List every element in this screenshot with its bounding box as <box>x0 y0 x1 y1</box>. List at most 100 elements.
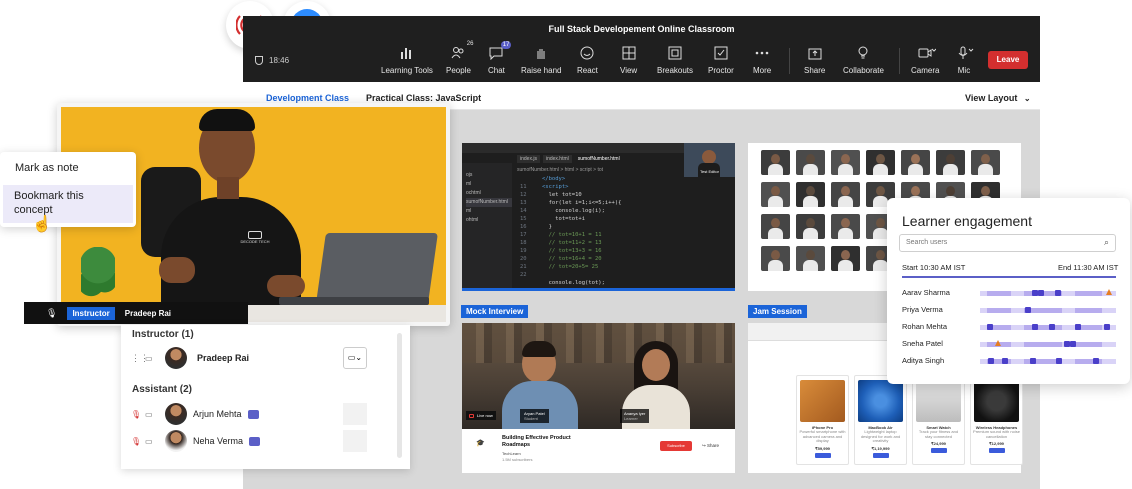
participant-thumbnail[interactable] <box>761 182 790 207</box>
engagement-message-marker[interactable] <box>1031 324 1038 330</box>
file-item[interactable]: ochtml <box>466 189 512 198</box>
participant-row[interactable]: ⋮⋮ ▭ Pradeep Rai <box>131 347 371 369</box>
engagement-message-marker[interactable] <box>1103 324 1110 330</box>
row-action[interactable] <box>343 403 367 425</box>
collaborate-button[interactable]: Collaborate <box>843 46 884 75</box>
engagement-message-marker[interactable] <box>1031 290 1038 296</box>
subscribe-button[interactable]: Subscribe <box>660 441 692 451</box>
participant-thumbnail[interactable] <box>936 150 965 175</box>
engagement-message-marker[interactable] <box>1092 358 1099 364</box>
mock-interview-video[interactable]: Live now Aryan Patel Student Ananya Iyer… <box>462 323 735 429</box>
engagement-message-marker[interactable] <box>1038 290 1045 296</box>
tab-development-class[interactable]: Development Class <box>266 93 349 103</box>
buy-button[interactable] <box>930 448 947 453</box>
participant-thumbnail[interactable] <box>796 150 825 175</box>
tab-practical-class[interactable]: Practical Class: JavaScript <box>366 93 481 103</box>
learner-row[interactable]: Rohan Mehta <box>902 322 1116 332</box>
share-link[interactable]: ↪ Share <box>702 443 719 449</box>
leave-button[interactable]: Leave <box>988 51 1028 69</box>
react-button[interactable]: React <box>577 46 598 75</box>
participant-thumbnail[interactable] <box>901 150 930 175</box>
mic-muted-icon[interactable]: 🎙 <box>131 437 145 446</box>
camera-button[interactable]: Camera <box>911 46 939 75</box>
engagement-message-marker[interactable] <box>1054 290 1061 296</box>
camera-options-button[interactable]: ▭⌄ <box>343 347 367 369</box>
bar-chart-icon <box>400 46 414 60</box>
product-card[interactable]: Wireless Headphones Premium sound with n… <box>970 375 1023 465</box>
camera-icon[interactable]: ▭ <box>145 410 165 419</box>
participant-row[interactable]: 🎙 ▭ Arjun Mehta <box>131 403 371 425</box>
camera-icon[interactable]: ▭ <box>145 437 165 446</box>
participant-thumbnail[interactable] <box>831 246 860 271</box>
participant-row[interactable]: 🎙 ▭ Neha Verma <box>131 430 371 452</box>
search-users-input[interactable]: Search users ⌕ <box>899 234 1116 252</box>
engagement-message-marker[interactable] <box>988 358 995 364</box>
camera-icon[interactable]: ▭ <box>145 354 165 363</box>
engagement-segment <box>1075 308 1103 313</box>
engagement-alert-marker[interactable] <box>1106 289 1113 295</box>
buy-button[interactable] <box>872 452 889 458</box>
participant-thumbnail[interactable] <box>831 214 860 239</box>
engagement-message-marker[interactable] <box>1024 307 1031 313</box>
people-button[interactable]: 26 People <box>446 41 473 75</box>
file-item[interactable]: ml <box>466 180 512 189</box>
code-line: // tot=20+5= 25 <box>542 264 599 270</box>
product-card[interactable]: iPhone Pro Powerful smartphone with adva… <box>796 375 849 465</box>
learning-tools-button[interactable]: Learning Tools <box>381 46 433 75</box>
participant-thumbnail[interactable] <box>831 150 860 175</box>
view-button[interactable]: View <box>620 46 637 75</box>
chat-badge-icon[interactable] <box>249 436 261 446</box>
buy-button[interactable] <box>814 452 831 458</box>
raise-hand-button[interactable]: Raise hand <box>521 46 561 75</box>
engagement-message-marker[interactable] <box>1001 358 1008 364</box>
participant-thumbnail[interactable] <box>796 246 825 271</box>
learner-row[interactable]: Priya Verma <box>902 305 1116 315</box>
mic-muted-icon[interactable]: 🎙 <box>131 410 145 419</box>
product-card[interactable]: Smart Watch Track your fitness and stay … <box>912 375 965 465</box>
breakouts-button[interactable]: Breakouts <box>657 46 693 75</box>
product-card[interactable]: MacBook Air Lightweight laptop designed … <box>854 375 907 465</box>
mic-button[interactable]: Mic <box>957 46 974 75</box>
engagement-message-marker[interactable] <box>1075 324 1082 330</box>
engagement-message-marker[interactable] <box>1069 341 1076 347</box>
editor-tab[interactable]: sumofNumber.html <box>574 155 623 163</box>
learner-row[interactable]: Aditya Singh <box>902 356 1116 366</box>
engagement-message-marker[interactable] <box>986 324 993 330</box>
bookmark-concept-option[interactable]: Bookmark this concept <box>3 185 133 223</box>
file-item[interactable]: sumofNumber.html <box>466 198 512 207</box>
file-item[interactable]: ojs <box>466 171 512 180</box>
code-editor-tile[interactable]: index.js index.html sumofNumber.html sum… <box>462 143 735 291</box>
mark-as-note-option[interactable]: Mark as note <box>15 162 79 174</box>
engagement-message-marker[interactable] <box>1056 358 1063 364</box>
buy-button[interactable] <box>988 448 1005 453</box>
file-item[interactable]: ml <box>466 207 512 216</box>
file-item[interactable]: ohtml <box>466 216 512 225</box>
learner-row[interactable]: Aarav Sharma <box>902 288 1116 298</box>
chat-badge-icon[interactable] <box>247 409 259 419</box>
row-action[interactable] <box>343 430 367 452</box>
view-layout-dropdown[interactable]: View Layout ⌄ <box>965 93 1031 103</box>
share-button[interactable]: Share <box>804 46 825 75</box>
participant-thumbnail[interactable] <box>761 246 790 271</box>
editor-tab[interactable]: index.js <box>517 155 540 163</box>
participant-thumbnail[interactable] <box>761 214 790 239</box>
participant-thumbnail[interactable] <box>971 150 1000 175</box>
engagement-alert-marker[interactable] <box>994 340 1001 346</box>
participant-thumbnail[interactable] <box>866 150 895 175</box>
presenter-name-bar: 🎙 Instructor Pradeep Rai <box>24 302 248 324</box>
participant-thumbnail[interactable] <box>796 182 825 207</box>
scrollbar[interactable] <box>397 333 402 458</box>
engagement-segment <box>986 291 1012 296</box>
learner-row[interactable]: Sneha Patel <box>902 339 1116 349</box>
editor-tab[interactable]: index.html <box>542 155 572 163</box>
participant-thumbnail[interactable] <box>796 214 825 239</box>
participant-thumbnail[interactable] <box>831 182 860 207</box>
more-button[interactable]: More <box>753 46 771 75</box>
engagement-message-marker[interactable] <box>1030 358 1037 364</box>
mock-interview-tile[interactable]: Live now Aryan Patel Student Ananya Iyer… <box>462 323 735 473</box>
proctor-button[interactable]: Proctor <box>708 46 734 75</box>
participant-thumbnail[interactable] <box>761 150 790 175</box>
chat-button[interactable]: 17 Chat <box>488 41 512 75</box>
engagement-message-marker[interactable] <box>1049 324 1056 330</box>
drag-handle-icon[interactable]: ⋮⋮ <box>131 353 149 364</box>
